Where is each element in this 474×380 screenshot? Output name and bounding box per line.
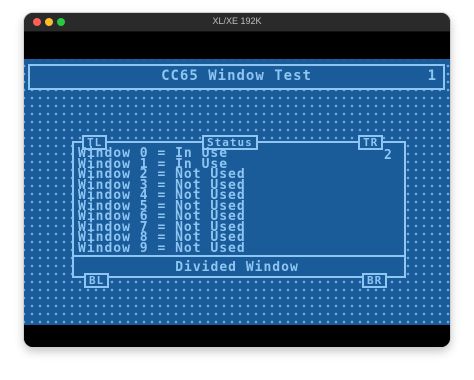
tab-bl: BL bbox=[84, 273, 110, 288]
header-number: 1 bbox=[427, 68, 437, 84]
header-title: CC65 Window Test bbox=[161, 68, 312, 84]
title-bar[interactable]: XL/XE 192K bbox=[24, 13, 450, 32]
divided-window-label: Divided Window bbox=[175, 260, 299, 275]
emulator-window: XL/XE 192K CC65 Window Test 1 TL Status … bbox=[24, 13, 450, 347]
atari-screen: CC65 Window Test 1 TL Status TR 2 Window… bbox=[24, 59, 450, 325]
status-window-number: 2 bbox=[384, 148, 393, 163]
list-item: Window 9 = Not Used bbox=[78, 240, 246, 256]
header-box: CC65 Window Test 1 bbox=[28, 64, 445, 90]
window-title: XL/XE 192K bbox=[212, 16, 262, 26]
tab-br: BR bbox=[362, 273, 388, 288]
window-status-list: Window 0 = In Use Window 1 = In Use Wind… bbox=[78, 147, 246, 256]
tab-tr: TR bbox=[358, 135, 384, 150]
window-divider bbox=[72, 255, 406, 257]
screen-border-bottom bbox=[24, 325, 450, 347]
